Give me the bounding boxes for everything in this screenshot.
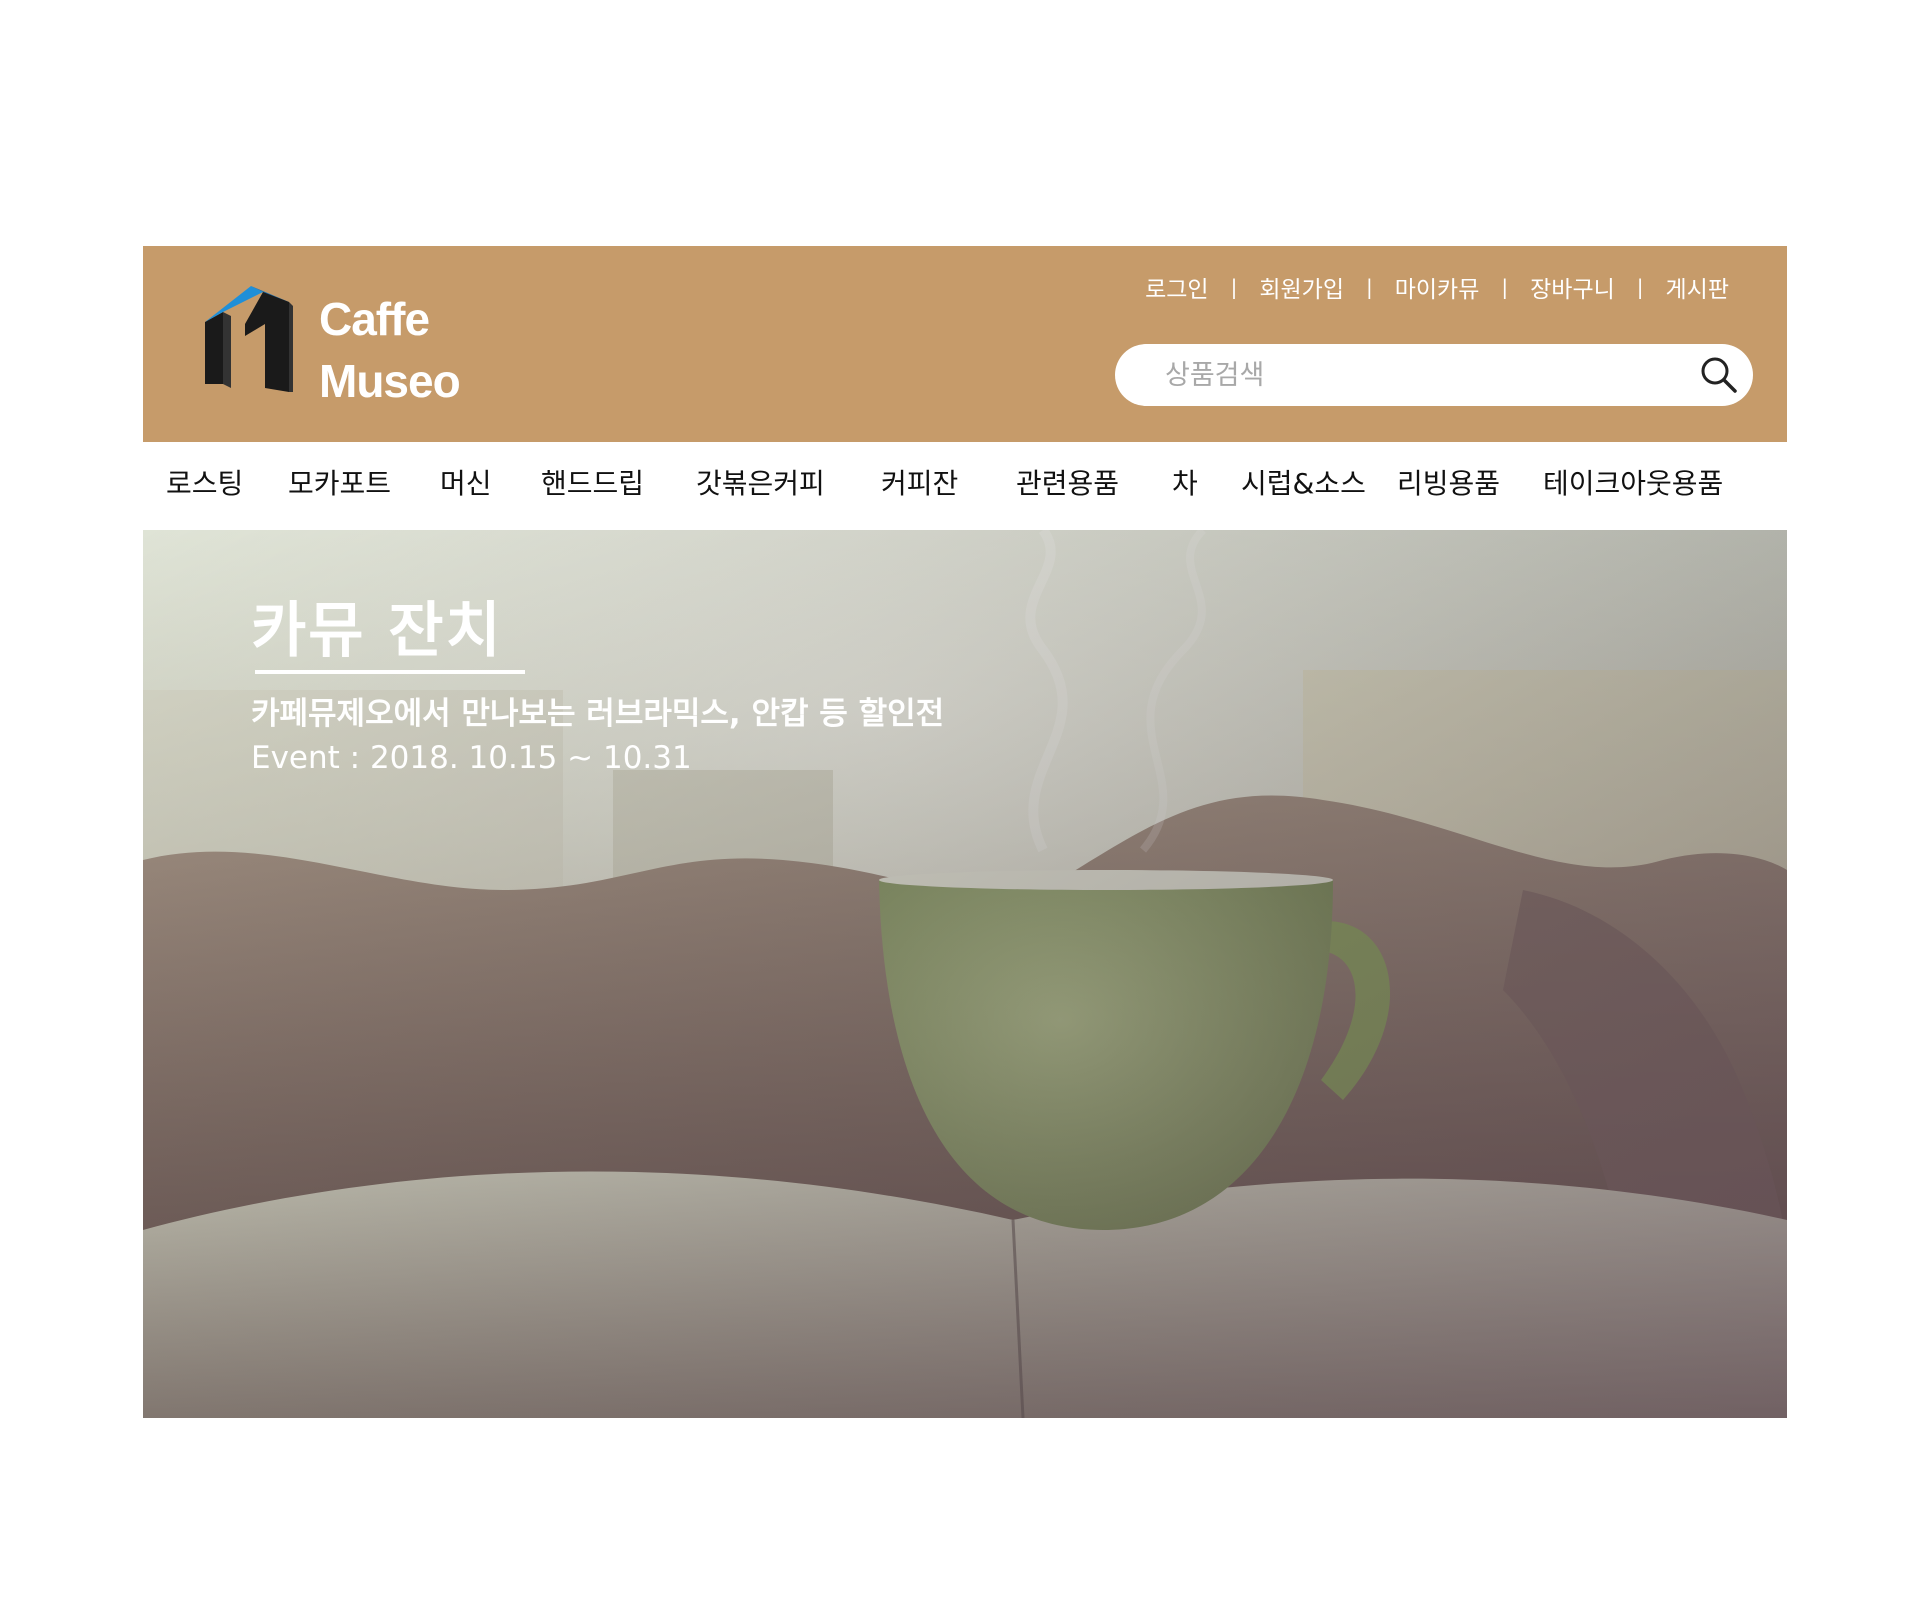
logo-text-line1: Caffe — [319, 293, 430, 345]
nav-item-syrup-sauce[interactable]: 시럽&소스 — [1241, 442, 1366, 530]
banner-event-date: Event : 2018. 10.15 ~ 10.31 — [251, 740, 692, 776]
banner-subtitle: 카페뮤제오에서 만나보는 러브라믹스, 안캅 등 할인전 — [251, 696, 945, 732]
nav-item-machine[interactable]: 머신 — [440, 442, 492, 530]
house-roof-icon — [205, 286, 293, 392]
utility-links: 로그인 | 회원가입 | 마이카뮤 | 장바구니 | 게시판 — [1145, 270, 1729, 304]
search-bar — [1115, 344, 1753, 406]
nav-item-tea[interactable]: 차 — [1172, 442, 1198, 530]
nav-item-fresh-roasted[interactable]: 갓볶은커피 — [696, 442, 825, 530]
category-nav: 로스팅 모카포트 머신 핸드드립 갓볶은커피 커피잔 관련용품 차 시럽&소스 … — [143, 442, 1787, 530]
site-container: Caffe Museo 로그인 | 회원가입 | 마이카뮤 | 장바구니 | 게… — [143, 246, 1787, 1418]
nav-item-moka-pot[interactable]: 모카포트 — [288, 442, 391, 530]
separator: | — [1501, 275, 1509, 299]
banner-divider — [255, 670, 525, 674]
separator: | — [1636, 275, 1644, 299]
hero-banner[interactable]: 카뮤 잔치 카페뮤제오에서 만나보는 러브라믹스, 안캅 등 할인전 Event… — [143, 530, 1787, 1418]
logo[interactable]: Caffe Museo — [205, 284, 505, 407]
nav-item-takeout[interactable]: 테이크아웃용품 — [1543, 442, 1723, 530]
banner-title: 카뮤 잔치 — [251, 596, 503, 666]
my-page-link[interactable]: 마이카뮤 — [1395, 270, 1480, 304]
search-input[interactable] — [1165, 344, 1665, 406]
search-icon[interactable] — [1697, 353, 1741, 397]
nav-item-accessories[interactable]: 관련용품 — [1016, 442, 1119, 530]
separator: | — [1230, 275, 1238, 299]
cart-link[interactable]: 장바구니 — [1530, 270, 1615, 304]
separator: | — [1365, 275, 1373, 299]
login-link[interactable]: 로그인 — [1145, 270, 1208, 304]
nav-item-coffee-cups[interactable]: 커피잔 — [881, 442, 958, 530]
logo-text-line2: Museo — [319, 355, 461, 407]
nav-item-hand-drip[interactable]: 핸드드립 — [541, 442, 644, 530]
nav-item-living[interactable]: 리빙용품 — [1397, 442, 1500, 530]
board-link[interactable]: 게시판 — [1666, 270, 1729, 304]
logo-text: Caffe Museo — [319, 288, 461, 412]
signup-link[interactable]: 회원가입 — [1259, 270, 1344, 304]
header: Caffe Museo 로그인 | 회원가입 | 마이카뮤 | 장바구니 | 게… — [143, 246, 1787, 442]
nav-item-roasting[interactable]: 로스팅 — [166, 442, 243, 530]
